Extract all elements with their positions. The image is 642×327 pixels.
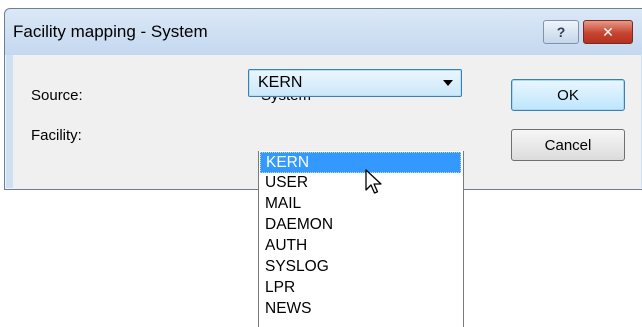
dropdown-option-news[interactable]: NEWS [260,299,461,320]
facility-select[interactable]: KERN [248,69,462,97]
title-bar[interactable]: Facility mapping - System ? ✕ [5,9,642,55]
close-button[interactable]: ✕ [583,20,633,44]
cancel-button[interactable]: Cancel [511,129,625,161]
facility-select-value: KERN [258,74,303,91]
dropdown-option-daemon[interactable]: DAEMON [260,215,461,236]
close-icon: ✕ [602,23,614,40]
source-label: Source: [31,87,83,104]
help-button[interactable]: ? [543,20,579,44]
dropdown-option-mail[interactable]: MAIL [260,194,461,215]
facility-label: Facility: [31,127,82,144]
facility-dropdown-list[interactable]: KERN USER MAIL DAEMON AUTH SYSLOG LPR NE… [258,151,464,327]
chevron-down-icon[interactable] [443,80,453,86]
dropdown-option-auth[interactable]: AUTH [260,236,461,257]
dropdown-option-kern[interactable]: KERN [260,152,461,173]
dropdown-option-syslog[interactable]: SYSLOG [260,257,461,278]
question-mark-icon: ? [556,24,566,40]
dropdown-option-user[interactable]: USER [260,173,461,194]
dropdown-option-lpr[interactable]: LPR [260,278,461,299]
ok-button[interactable]: OK [511,79,625,111]
window-title: Facility mapping - System [13,22,208,41]
arrow-pointer-icon [365,169,382,194]
